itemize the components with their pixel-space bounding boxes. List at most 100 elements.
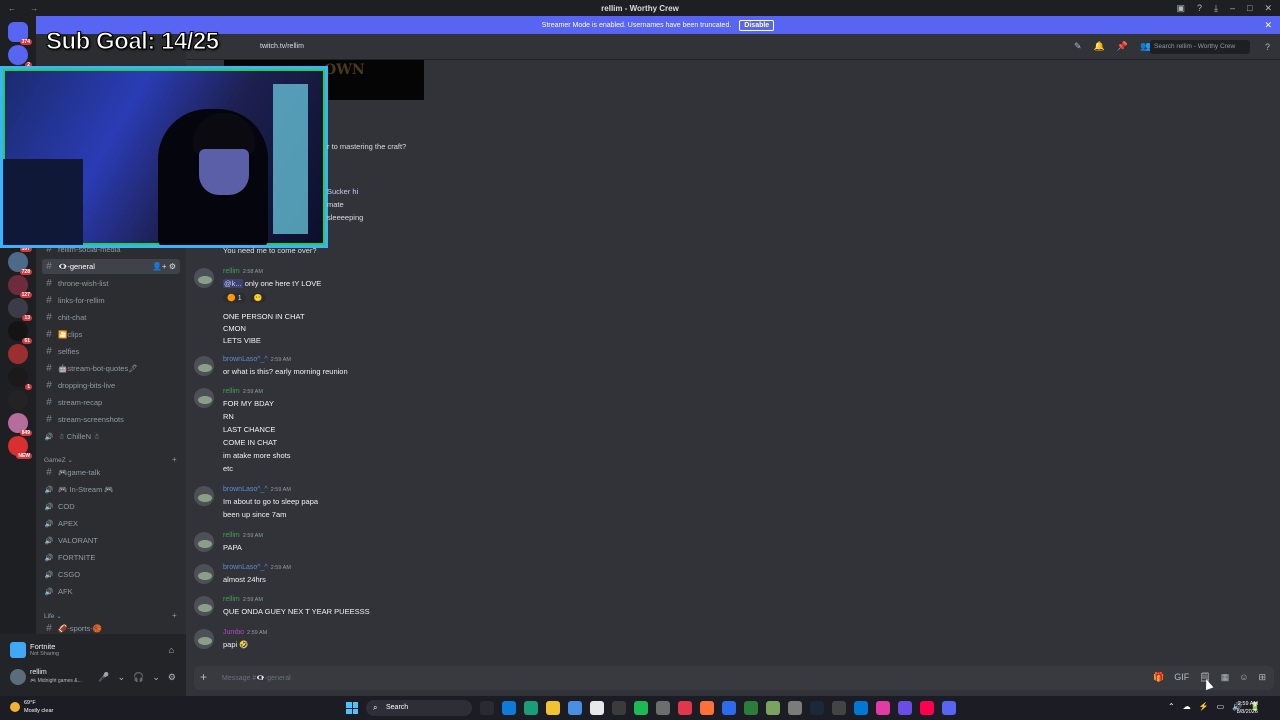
channel-item[interactable]: 🔊 ☃ ChilleN ☃ (42, 429, 180, 444)
microphone-icon[interactable]: 🎤 (98, 672, 109, 683)
channel-topic[interactable]: twitch.tv/rellim (260, 43, 304, 50)
taskbar-app-icon[interactable] (832, 701, 846, 715)
chevron-down-icon[interactable]: ⌄ (152, 672, 160, 683)
onedrive-icon[interactable]: ☁ (1183, 702, 1191, 711)
close-window-button[interactable]: ✕ (1264, 3, 1272, 14)
message-author[interactable]: rellim (223, 388, 240, 395)
taskbar-app-icon[interactable] (766, 701, 780, 715)
channel-item[interactable]: 🔊 APEX (42, 516, 180, 531)
taskbar-app-icon[interactable] (788, 701, 802, 715)
avatar[interactable] (194, 268, 214, 288)
taskbar-app-icon[interactable] (810, 701, 824, 715)
channel-item[interactable]: 🔊 COD (42, 499, 180, 514)
taskbar-app-icon[interactable] (700, 701, 714, 715)
taskbar-app-icon[interactable] (590, 701, 604, 715)
avatar[interactable] (194, 486, 214, 506)
add-channel-icon[interactable]: + (172, 455, 177, 464)
taskbar-app-icon[interactable] (634, 701, 648, 715)
message-input[interactable] (222, 671, 1122, 685)
channel-item[interactable]: 🔊 FORTNITE (42, 550, 180, 565)
server-icon[interactable]: 13 (8, 298, 32, 321)
close-banner-icon[interactable]: ✕ (1264, 20, 1272, 31)
maximize-button[interactable]: □ (1247, 3, 1252, 14)
channel-item[interactable]: # stream-screenshots (42, 412, 180, 427)
server-icon[interactable]: 374 (8, 22, 32, 45)
inbox-icon[interactable]: ▣ (1176, 3, 1185, 14)
avatar[interactable] (194, 629, 214, 649)
channel-item[interactable]: # throne-wish-list (42, 276, 180, 291)
message-author[interactable]: rellim (223, 268, 240, 275)
channel-item[interactable]: 🔊 VALORANT (42, 533, 180, 548)
attach-plus-icon[interactable]: + (200, 670, 207, 684)
account-row[interactable]: rellim 🎮 Midnight games &... 🎤 ⌄ 🎧 ⌄ ⚙ (8, 668, 180, 690)
taskbar-app-icon[interactable] (480, 701, 494, 715)
gear-icon[interactable]: ⚙ (168, 672, 176, 683)
channel-item[interactable]: 🔊 AFK (42, 584, 180, 599)
server-icon[interactable]: NEW (8, 436, 32, 459)
taskbar-app-icon[interactable] (920, 701, 934, 715)
taskbar-app-icon[interactable] (612, 701, 626, 715)
avatar[interactable] (194, 532, 214, 552)
help-icon[interactable]: ? (1197, 3, 1202, 14)
channel-item[interactable]: 🔊 🎮 In-Stream 🎮 (42, 482, 180, 497)
channel-item[interactable]: # selfies (42, 344, 180, 359)
channel-item[interactable]: # dropping-bits-live (42, 378, 180, 393)
search-input[interactable]: Search rellim - Worthy Crew (1150, 39, 1250, 54)
taskbar-app-icon[interactable] (876, 701, 890, 715)
taskbar-app-icon[interactable] (678, 701, 692, 715)
server-icon[interactable]: 728 (8, 252, 32, 275)
apps-grid-icon[interactable]: ⊞ (1258, 672, 1266, 683)
pinned-icon[interactable]: 📌 (1117, 41, 1128, 52)
display-icon[interactable]: ▭ (1217, 702, 1225, 711)
message-author[interactable]: rellim (223, 532, 240, 539)
disable-streamer-mode-button[interactable]: Disable (739, 19, 775, 31)
server-icon[interactable]: 1 (8, 367, 32, 390)
message-author[interactable]: brownLaso^_^ (223, 486, 268, 493)
power-icon[interactable]: ⚡ (1199, 702, 1209, 711)
emoji-icon[interactable]: ☺ (1239, 672, 1248, 683)
download-icon[interactable]: ⤓ (1214, 3, 1218, 14)
category-life[interactable]: Life ⌄ + (44, 611, 177, 620)
avatar[interactable] (194, 596, 214, 616)
user-mention[interactable]: @k... (223, 279, 243, 288)
gif-icon[interactable]: GIF (1174, 672, 1189, 683)
avatar[interactable] (194, 356, 214, 376)
server-icon[interactable]: 2 (8, 45, 32, 68)
server-icon[interactable]: 849 (8, 413, 32, 436)
channel-general-active[interactable]: # 👁‍🗨-general 👤+ ⚙ (42, 259, 180, 274)
category-gamez[interactable]: GameZ ⌄ + (44, 455, 177, 464)
avatar[interactable] (194, 564, 214, 584)
taskbar-app-icon[interactable] (744, 701, 758, 715)
taskbar-app-icon[interactable] (524, 701, 538, 715)
start-button[interactable] (346, 702, 358, 714)
help-icon[interactable]: ? (1265, 42, 1270, 52)
channel-settings-icons[interactable]: 👤+ ⚙ (152, 262, 180, 271)
avatar[interactable] (194, 388, 214, 408)
reaction-button[interactable]: 🟠 1 (223, 293, 246, 303)
taskbar-app-icon[interactable] (898, 701, 912, 715)
taskbar-app-icon[interactable] (854, 701, 868, 715)
clock[interactable]: 2:59 AM 8/8/2026 (1237, 700, 1258, 716)
server-icon[interactable] (8, 390, 28, 410)
channel-item[interactable]: # stream-recap (42, 395, 180, 410)
channel-item[interactable]: # chit-chat (42, 310, 180, 325)
channel-item[interactable]: 🔊 CSGO (42, 567, 180, 582)
channel-item[interactable]: # 🎦clips (42, 327, 180, 342)
tray-overflow-icon[interactable]: ⌃ (1168, 702, 1175, 711)
taskbar-app-icon[interactable] (546, 701, 560, 715)
channel-item[interactable]: # links-for-rellim (42, 293, 180, 308)
gift-icon[interactable]: 🎁 (1153, 672, 1164, 683)
stream-game-button[interactable]: ⌂ (169, 645, 174, 655)
avatar[interactable] (10, 669, 26, 685)
taskbar-search[interactable]: ⌕ Search (366, 700, 472, 716)
threads-icon[interactable]: ✎ (1074, 41, 1082, 52)
taskbar-app-icon[interactable] (656, 701, 670, 715)
reaction-button[interactable]: 😶 (249, 293, 267, 303)
message-author[interactable]: brownLaso^_^ (223, 564, 268, 571)
channel-item[interactable]: # 🤖stream-bot-quotes🖋 (42, 361, 180, 376)
notifications-icon[interactable]: 🔔 (1094, 41, 1105, 52)
message-author[interactable]: rellim (223, 596, 240, 603)
server-icon[interactable]: 61 (8, 321, 32, 344)
chevron-down-icon[interactable]: ⌄ (118, 672, 126, 683)
app-launcher-icon[interactable]: ▦ (1221, 672, 1230, 683)
